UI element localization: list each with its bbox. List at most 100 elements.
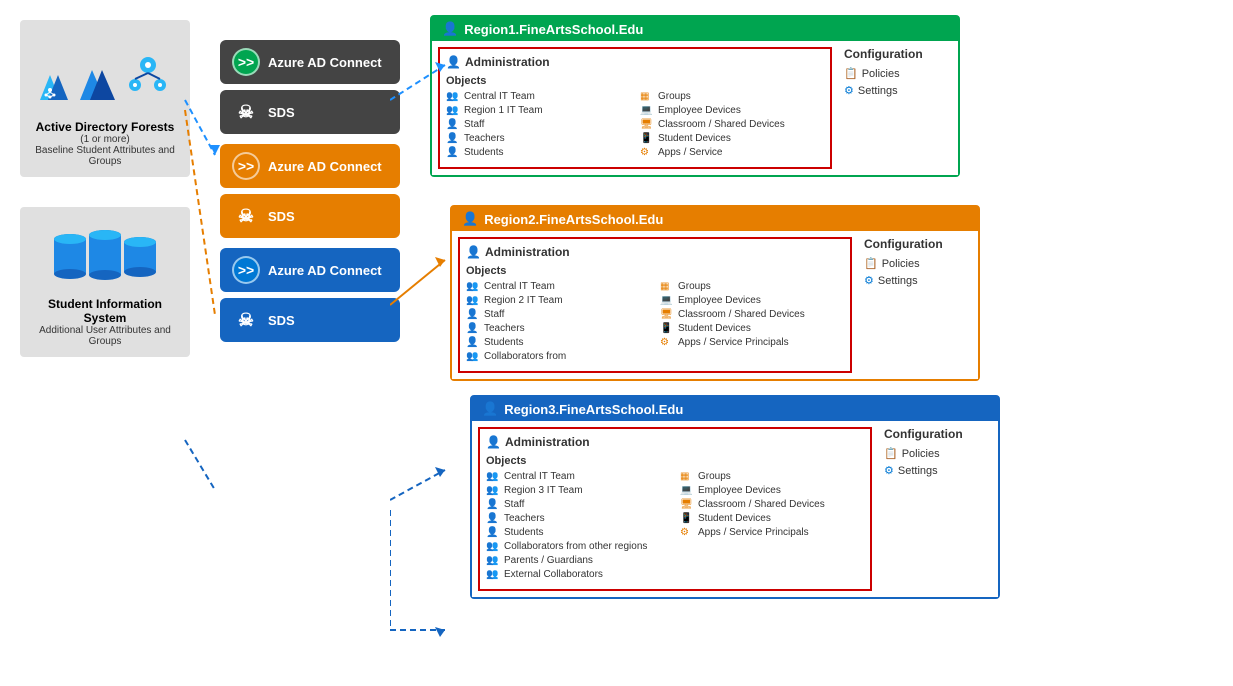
list-item: ▦Groups: [660, 281, 844, 292]
db-visual: [45, 217, 165, 287]
list-item: 👥Central IT Team: [466, 281, 650, 292]
region1-person-icon: 👤: [442, 21, 458, 37]
list-item: 👤Teachers: [466, 323, 650, 334]
list-item: 👤Teachers: [446, 133, 630, 144]
forests-visual: [30, 30, 180, 110]
region1-objects-area: Objects 👥Central IT Team 👥Region 1 IT Te…: [446, 75, 824, 161]
region2-config-title: Configuration: [864, 237, 972, 251]
region3-objects-right: ▦Groups 💻Employee Devices 🖥Classroom / S…: [680, 455, 864, 583]
azure-icon-3: >>: [232, 256, 260, 284]
db-icon: [45, 217, 165, 287]
region2-header: 👤 Region2.FineArtsSchool.Edu: [452, 207, 978, 231]
sds-icon-1: ☠: [232, 98, 260, 126]
list-item: 👥Central IT Team: [446, 91, 630, 102]
sds-icon-3: ☠: [232, 306, 260, 334]
list-item: 👤Students: [466, 337, 650, 348]
forests-icon: [30, 30, 180, 110]
region1-domain: Region1.FineArtsSchool.Edu: [464, 22, 643, 37]
region3-header: 👤 Region3.FineArtsSchool.Edu: [472, 397, 998, 421]
region1-objects-label: Objects: [446, 75, 630, 87]
list-item: 👤Staff: [486, 499, 670, 510]
list-item: 🖥Classroom / Shared Devices: [640, 119, 824, 130]
region2-domain: Region2.FineArtsSchool.Edu: [484, 212, 663, 227]
ad-forests-label: Active Directory Forests: [36, 120, 175, 134]
region1-header: 👤 Region1.FineArtsSchool.Edu: [432, 17, 958, 41]
list-item: 👥Parents / Guardians: [486, 555, 670, 566]
region1-body: 👤 Administration Objects 👥Central IT Tea…: [432, 41, 958, 175]
sds-label-1: SDS: [268, 105, 295, 120]
settings-icon-2: ⚙: [864, 274, 874, 287]
middle-connectors: >> Azure AD Connect ☠ SDS >> Azure AD Co…: [200, 10, 420, 372]
region3-config-title: Configuration: [884, 427, 992, 441]
app-icon: ⚙: [660, 337, 674, 348]
policy-icon: 📋: [844, 67, 858, 80]
user-icon: 👤: [466, 309, 480, 320]
sis-section: Student Information System Additional Us…: [20, 207, 190, 357]
region3-admin: 👤 Administration Objects 👥Central IT Tea…: [478, 427, 872, 591]
user-icon: 👤: [446, 147, 460, 158]
user-icon: 👤: [446, 119, 460, 130]
list-item: ⚙Apps / Service Principals: [660, 337, 844, 348]
app-icon: ⚙: [640, 147, 654, 158]
list-item: 💻Employee Devices: [680, 485, 864, 496]
region3-admin-title: 👤 Administration: [486, 435, 864, 449]
sds-box-3: ☠ SDS: [220, 298, 400, 342]
sds-icon-2: ☠: [232, 202, 260, 230]
region2-objects-area: Objects 👥Central IT Team 👥Region 2 IT Te…: [466, 265, 844, 365]
region3-config: Configuration 📋 Policies ⚙ Settings: [878, 421, 998, 597]
device-icon: 📱: [640, 133, 654, 144]
region1-admin: 👤 Administration Objects 👥Central IT Tea…: [438, 47, 832, 169]
list-item: 👤Staff: [446, 119, 630, 130]
user-icon: 👥: [466, 295, 480, 306]
user-icon: 👤: [466, 323, 480, 334]
connector-block-3: >> Azure AD Connect ☠ SDS: [220, 248, 400, 342]
azure-connect-box-3: >> Azure AD Connect: [220, 248, 400, 292]
azure-label-2: Azure AD Connect: [268, 159, 382, 174]
device-icon: 💻: [680, 485, 694, 496]
list-item: 🖥Classroom / Shared Devices: [680, 499, 864, 510]
connector-block-1: >> Azure AD Connect ☠ SDS: [220, 40, 400, 134]
user-icon: 👥: [486, 471, 500, 482]
user-icon: 👥: [486, 485, 500, 496]
list-item: ▦Groups: [680, 471, 864, 482]
connector-block-2: >> Azure AD Connect ☠ SDS: [220, 144, 400, 238]
region1-objects-left: Objects 👥Central IT Team 👥Region 1 IT Te…: [446, 75, 630, 161]
region2-body: 👤 Administration Objects 👥Central IT Tea…: [452, 231, 978, 379]
list-item: ⚙Apps / Service Principals: [680, 527, 864, 538]
region1-config-title: Configuration: [844, 47, 952, 61]
policies-item-2: 📋 Policies: [864, 257, 972, 270]
sds-label-3: SDS: [268, 313, 295, 328]
sis-label: Student Information System: [30, 297, 180, 325]
ad-forests-desc: Baseline Student Attributes and Groups: [30, 145, 180, 167]
settings-icon: ⚙: [844, 84, 854, 97]
user-icon: 👥: [486, 555, 500, 566]
list-item: 💻Employee Devices: [660, 295, 844, 306]
list-item: 💻Employee Devices: [640, 105, 824, 116]
list-item: 🖥Classroom / Shared Devices: [660, 309, 844, 320]
policies-item-3: 📋 Policies: [884, 447, 992, 460]
ad-forests-section: Active Directory Forests (1 or more) Bas…: [20, 20, 190, 177]
region1-objects-right: ▦Groups 💻Employee Devices 🖥Classroom / S…: [640, 75, 824, 161]
list-item: 👥Region 3 IT Team: [486, 485, 670, 496]
settings-item-3: ⚙ Settings: [884, 464, 992, 477]
user-icon: 👥: [446, 105, 460, 116]
list-item: ▦Groups: [640, 91, 824, 102]
device-icon: 💻: [640, 105, 654, 116]
user-icon: 👥: [486, 569, 500, 580]
list-item: 📱Student Devices: [640, 133, 824, 144]
app-icon: ⚙: [680, 527, 694, 538]
sds-box-2: ☠ SDS: [220, 194, 400, 238]
ad-forests-sublabel: (1 or more): [80, 134, 129, 145]
policies-item: 📋 Policies: [844, 67, 952, 80]
region1-box: 👤 Region1.FineArtsSchool.Edu 👤 Administr…: [430, 15, 960, 177]
device-icon: 💻: [660, 295, 674, 306]
main-container: Active Directory Forests (1 or more) Bas…: [0, 0, 1233, 676]
azure-connect-box-1: >> Azure AD Connect: [220, 40, 400, 84]
region2-objects-right: ▦Groups 💻Employee Devices 🖥Classroom / S…: [660, 265, 844, 365]
list-item: 👤Students: [486, 527, 670, 538]
group-icon: ▦: [660, 281, 674, 292]
device-icon: 📱: [680, 513, 694, 524]
region3-person-icon: 👤: [482, 401, 498, 417]
azure-connect-box-2: >> Azure AD Connect: [220, 144, 400, 188]
group-icon: ▦: [680, 471, 694, 482]
